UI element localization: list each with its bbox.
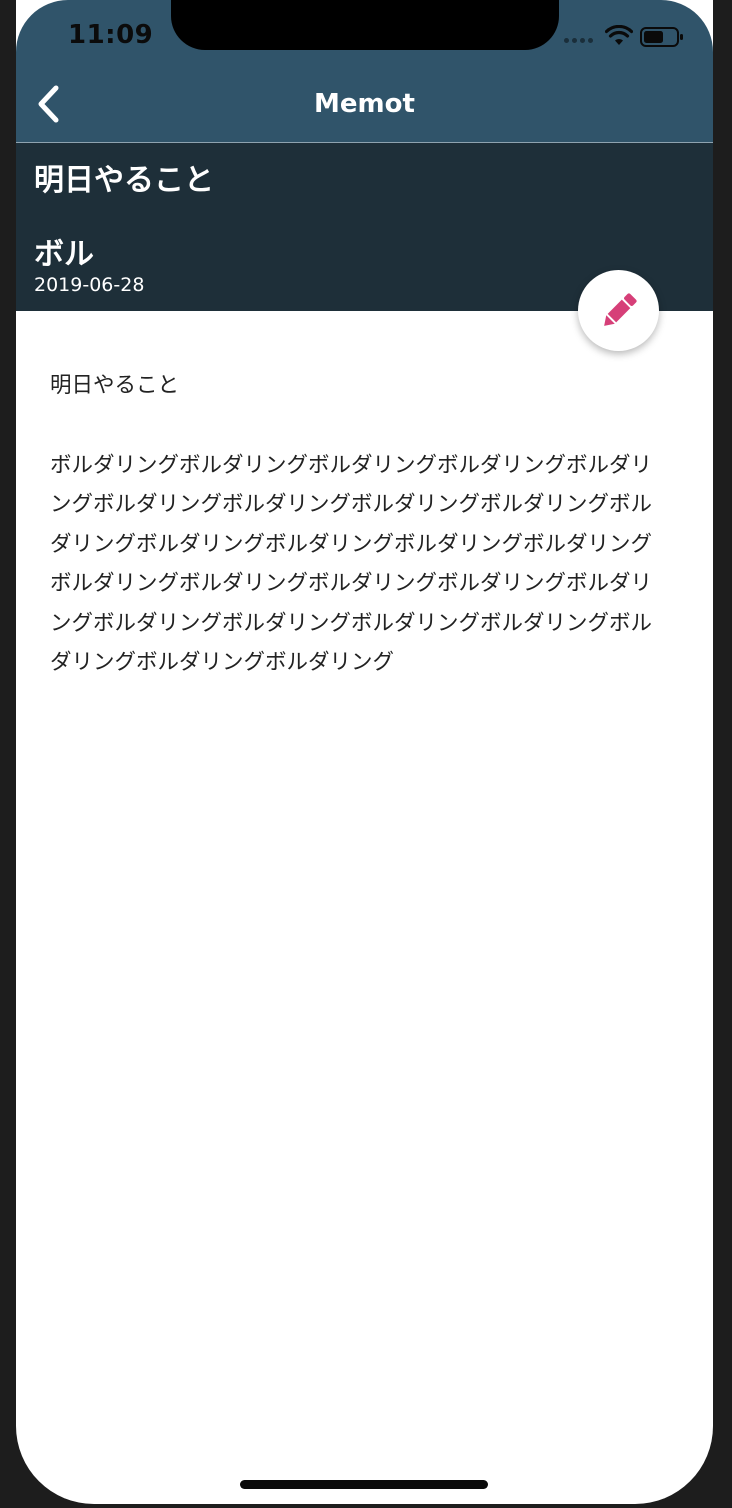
app-screen: 11:09 Memot 明日やること ボル 2019-06-28 明日やること … (16, 0, 713, 1504)
battery-icon (640, 27, 683, 47)
wifi-icon (605, 25, 633, 45)
memo-content-body: ボルダリングボルダリングボルダリングボルダリングボルダリングボルダリングボルダリ… (50, 452, 653, 676)
memo-title: ボル (34, 237, 94, 272)
status-time: 11:09 (68, 20, 154, 50)
edit-memo-button[interactable] (578, 270, 659, 351)
memo-content: 明日やること ボルダリングボルダリングボルダリングボルダリングボルダリングボルダ… (50, 366, 668, 683)
app-title: Memot (314, 89, 415, 119)
home-indicator[interactable] (240, 1480, 488, 1489)
signal-dots-icon (564, 38, 593, 43)
pencil-icon (603, 292, 637, 326)
device-notch (171, 0, 559, 50)
memo-folder-name: 明日やること (34, 163, 214, 198)
memo-content-heading: 明日やること (50, 373, 180, 398)
memo-date: 2019-06-28 (34, 274, 145, 296)
device-frame: 11:09 Memot 明日やること ボル 2019-06-28 明日やること … (0, 0, 732, 1508)
